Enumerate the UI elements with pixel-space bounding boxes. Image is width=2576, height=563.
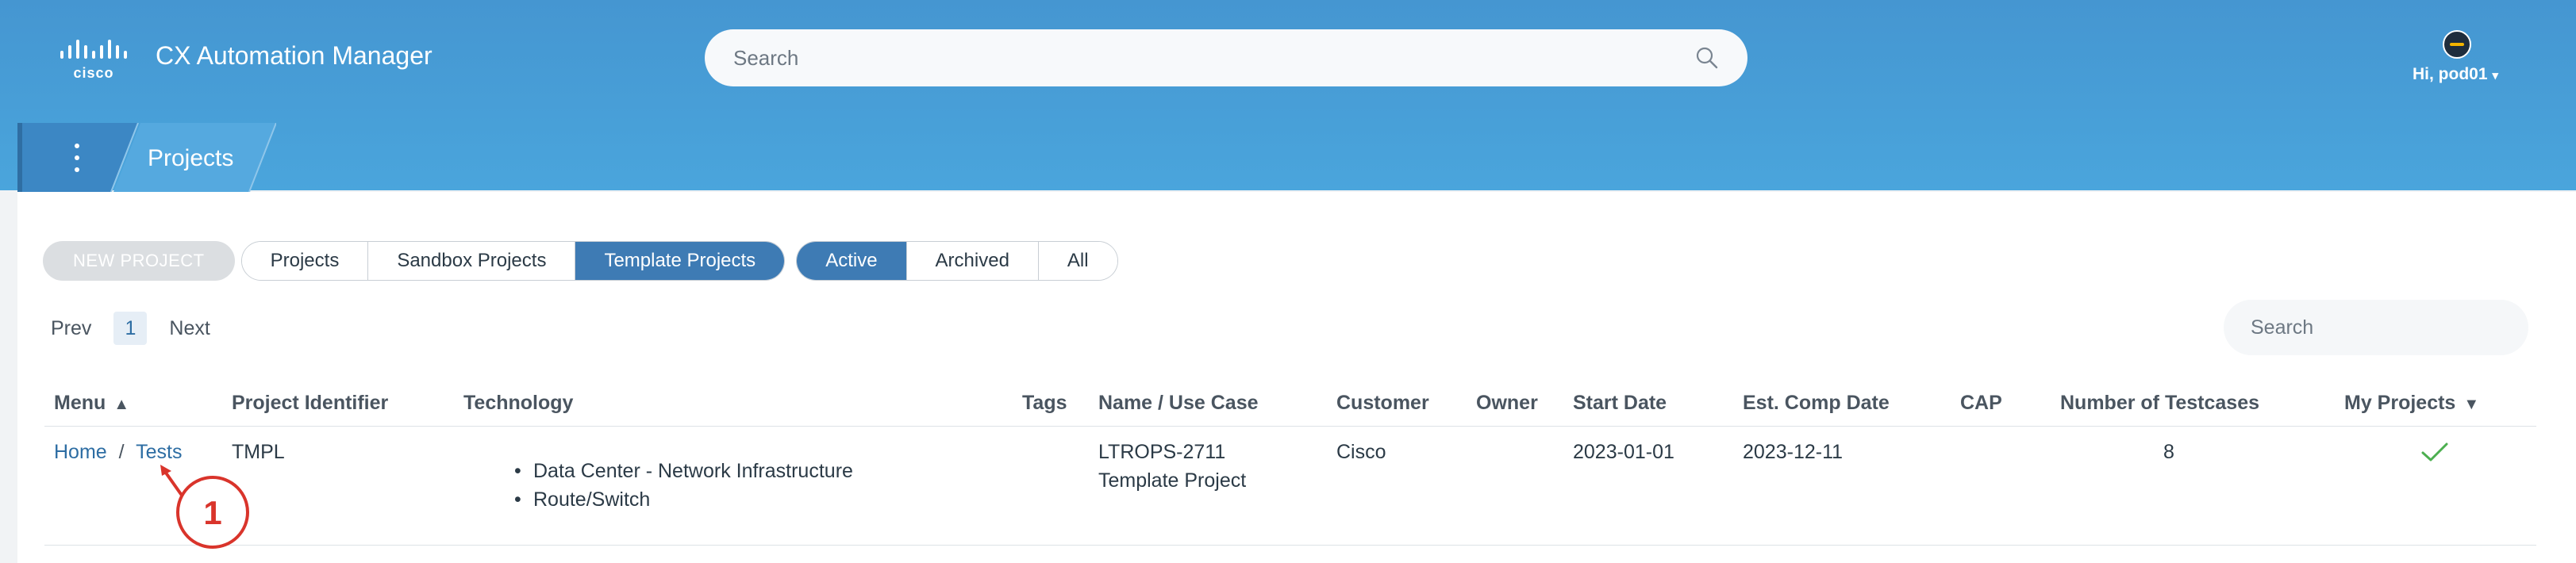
cell-number-of-testcases: 8 <box>2163 441 2174 463</box>
brand-text: cisco <box>73 65 113 81</box>
sort-down-icon: ▼ <box>2463 396 2480 413</box>
table-header: Menu ▲ Project Identifier Technology Tags… <box>44 384 2536 427</box>
sort-up-icon: ▲ <box>113 396 130 413</box>
page-number[interactable]: 1 <box>113 312 148 345</box>
pagination: Prev 1 Next <box>51 311 210 346</box>
link-separator: / <box>118 441 125 463</box>
technology-item: Data Center - Network Infrastructure <box>514 457 853 485</box>
filter-template-projects[interactable]: Template Projects <box>575 242 785 280</box>
use-case-line: Template Project <box>1098 469 1247 492</box>
projects-table: Menu ▲ Project Identifier Technology Tags… <box>44 384 2536 546</box>
column-tags[interactable]: Tags <box>1022 392 1067 415</box>
user-menu[interactable]: Hi, pod01 ▾ <box>2405 30 2516 86</box>
column-technology[interactable]: Technology <box>463 392 573 415</box>
cell-est-comp-date: 2023-12-11 <box>1743 441 1844 463</box>
filter-all[interactable]: All <box>1037 242 1117 280</box>
column-start-date[interactable]: Start Date <box>1573 392 1667 415</box>
filter-active[interactable]: Active <box>797 242 906 280</box>
project-toolbar: NEW PROJECT Projects Sandbox Projects Te… <box>43 241 1129 281</box>
cell-technology: Data Center - Network Infrastructure Rou… <box>514 457 853 514</box>
avatar[interactable] <box>2443 30 2471 59</box>
filter-archived[interactable]: Archived <box>905 242 1038 280</box>
subnav-tabs-shape <box>17 123 276 192</box>
column-label: Menu <box>54 392 106 414</box>
user-greeting: Hi, pod01 <box>2413 65 2488 83</box>
new-project-button[interactable]: NEW PROJECT <box>43 241 235 281</box>
subnav-breadcrumb: Projects <box>17 123 276 192</box>
annotation-number: 1 <box>203 494 221 531</box>
table-search-input[interactable] <box>2251 316 2506 339</box>
caret-down-icon: ▾ <box>2492 69 2499 82</box>
user-menu-label[interactable]: Hi, pod01 ▾ <box>2413 65 2498 84</box>
technology-item: Route/Switch <box>514 485 853 514</box>
check-icon <box>2421 442 2448 462</box>
cell-start-date: 2023-01-01 <box>1573 441 1674 463</box>
project-status-filter: Active Archived All <box>796 241 1118 281</box>
column-project-identifier[interactable]: Project Identifier <box>232 392 388 415</box>
next-page-link[interactable]: Next <box>169 317 210 340</box>
cisco-logo[interactable]: cisco <box>57 38 136 81</box>
kebab-menu-icon[interactable] <box>65 144 89 172</box>
global-search-box[interactable] <box>705 29 1747 86</box>
filter-sandbox-projects[interactable]: Sandbox Projects <box>367 242 575 280</box>
name-line: LTROPS-2711 <box>1098 441 1226 463</box>
table-row: Home / Tests TMPL Data Center - Network … <box>44 427 2536 546</box>
column-cap[interactable]: CAP <box>1960 392 2002 415</box>
table-search-box[interactable] <box>2224 300 2528 355</box>
main-panel: NEW PROJECT Projects Sandbox Projects Te… <box>17 192 2576 563</box>
cell-name-use-case: LTROPS-2711 Template Project <box>1098 438 1246 495</box>
global-search-input[interactable] <box>733 45 1695 71</box>
column-menu[interactable]: Menu ▲ <box>54 392 129 415</box>
app-title: CX Automation Manager <box>156 41 433 70</box>
search-icon[interactable] <box>1695 46 1719 70</box>
cell-customer: Cisco <box>1336 441 1386 463</box>
top-header: cisco CX Automation Manager Hi, pod01 ▾ <box>0 0 2576 119</box>
column-customer[interactable]: Customer <box>1336 392 1429 415</box>
column-owner[interactable]: Owner <box>1476 392 1538 415</box>
column-est-comp-date[interactable]: Est. Comp Date <box>1743 392 1890 415</box>
column-number-of-testcases[interactable]: Number of Testcases <box>2060 392 2259 415</box>
breadcrumb-projects[interactable]: Projects <box>148 145 233 172</box>
column-name-use-case[interactable]: Name / Use Case <box>1098 392 1259 415</box>
filter-projects[interactable]: Projects <box>241 242 368 280</box>
column-my-projects[interactable]: My Projects ▼ <box>2344 392 2479 415</box>
home-link[interactable]: Home <box>54 441 107 463</box>
annotation-marker: 1 <box>160 465 249 549</box>
column-label: My Projects <box>2344 392 2456 414</box>
project-type-filter: Projects Sandbox Projects Template Proje… <box>240 241 786 281</box>
prev-page-link[interactable]: Prev <box>51 317 91 340</box>
